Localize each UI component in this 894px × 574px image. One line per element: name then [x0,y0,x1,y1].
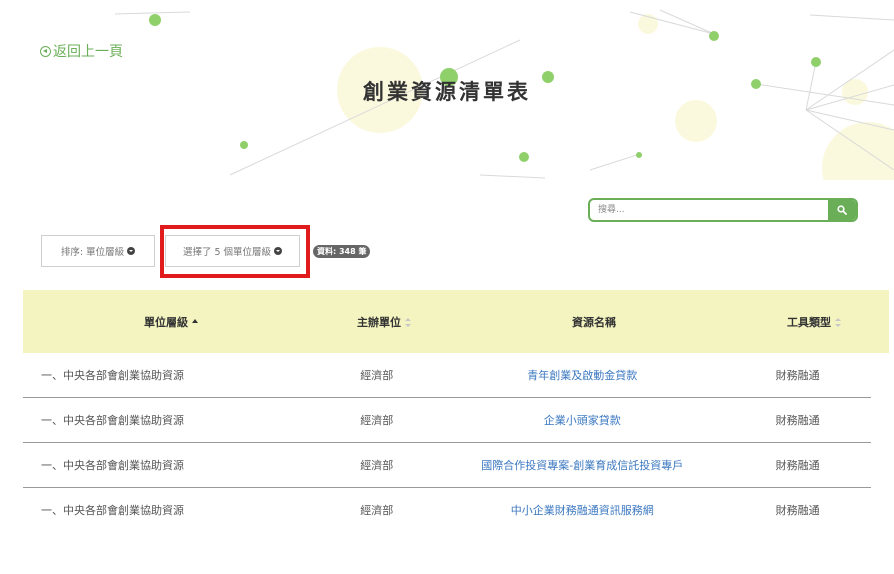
search-bar [588,198,858,222]
page-title: 創業資源清單表 [363,80,531,104]
sort-asc-icon [192,318,198,323]
search-button[interactable] [828,200,856,220]
cell-tool-type: 財務融通 [775,369,820,382]
column-header-tool-type[interactable]: 工具類型 [739,314,889,330]
column-header-organizer[interactable]: 主辦單位 [319,314,449,330]
cell-unit-level: 一、中央各部會創業協助資源 [41,459,184,472]
cell-organizer: 經濟部 [360,414,394,427]
caret-circle-down-icon [274,247,283,255]
column-header-unit-level[interactable]: 單位層級 [23,314,319,330]
cell-unit-level: 一、中央各部會創業協助資源 [41,504,184,517]
unit-level-filter-button[interactable]: 選擇了 5 個單位層級 [165,235,300,267]
hero-banner: 返回上一頁 創業資源清單表 [0,0,894,180]
cell-tool-type: 財務融通 [775,504,820,517]
column-header-label: 工具類型 [787,315,831,329]
column-header-resource-name[interactable]: 資源名稱 [449,314,739,330]
back-link-label: 返回上一頁 [53,44,123,60]
table-row: 一、中央各部會創業協助資源 經濟部 中小企業財務融通資訊服務網 財務融通 [23,488,871,532]
cell-tool-type: 財務融通 [775,459,820,472]
table-header-row: 單位層級 主辦單位 資源名稱 工具類型 [23,290,889,353]
table-row: 一、中央各部會創業協助資源 經濟部 國際合作投資專案-創業育成信託投資專戶 財務… [23,443,871,488]
resource-table: 單位層級 主辦單位 資源名稱 工具類型 一、中央各部會創業協助資源 經濟部 青年… [23,290,889,532]
cell-unit-level: 一、中央各部會創業協助資源 [41,369,184,382]
arrow-circle-left-icon [40,45,51,57]
resource-link[interactable]: 國際合作投資專案-創業育成信託投資專戶 [440,457,724,473]
back-link[interactable]: 返回上一頁 [40,41,123,61]
column-header-label: 資源名稱 [572,315,616,329]
cell-organizer: 經濟部 [360,504,394,517]
resource-link[interactable]: 企業小頭家貸款 [440,412,724,428]
cell-unit-level: 一、中央各部會創業協助資源 [41,414,184,427]
cell-organizer: 經濟部 [360,459,394,472]
cell-organizer: 經濟部 [360,369,394,382]
column-header-label: 主辦單位 [357,315,401,329]
search-icon [837,205,847,215]
sort-dropdown-label: 排序: 單位層級 [60,247,125,258]
sort-dropdown-button[interactable]: 排序: 單位層級 [41,235,155,267]
resource-link[interactable]: 青年創業及啟動金貸款 [440,367,724,383]
resource-link[interactable]: 中小企業財務融通資訊服務網 [440,502,724,518]
search-input[interactable] [590,200,828,220]
record-count-badge: 資料: 348 筆 [313,245,371,258]
column-header-label: 單位層級 [144,315,188,329]
table-row: 一、中央各部會創業協助資源 經濟部 青年創業及啟動金貸款 財務融通 [23,353,871,398]
caret-circle-down-icon [127,247,136,255]
table-row: 一、中央各部會創業協助資源 經濟部 企業小頭家貸款 財務融通 [23,398,871,443]
unit-level-filter-label: 選擇了 5 個單位層級 [182,247,272,258]
sort-icon [835,318,841,327]
cell-tool-type: 財務融通 [775,414,820,427]
sort-icon [405,318,411,327]
